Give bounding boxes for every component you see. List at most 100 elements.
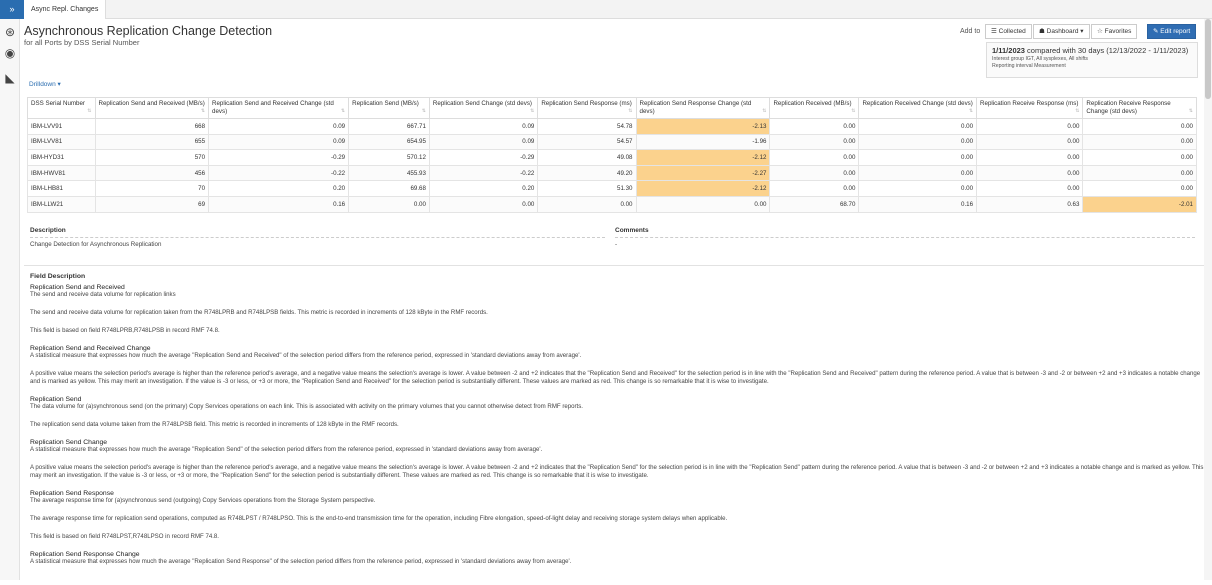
description-value: Change Detection for Asynchronous Replic… <box>30 241 162 248</box>
field-name: Replication Send Response Change <box>30 551 140 558</box>
chart-area-icon[interactable]: ◣ <box>3 71 17 85</box>
table-cell: 655 <box>94 133 210 151</box>
page-subtitle: for all Ports by DSS Serial Number <box>24 38 140 47</box>
page-title: Asynchronous Replication Change Detectio… <box>24 24 273 38</box>
tab-async-repl-changes[interactable]: Async Repl. Changes <box>24 0 107 19</box>
column-header[interactable]: Replication Receive Response (ms) ⇅ <box>976 97 1084 119</box>
field-description-item: Replication Send and Received Change A st… <box>30 345 1204 386</box>
table-cell: 654.95 <box>348 133 430 151</box>
table-cell: 0.00 <box>769 118 860 135</box>
field-description-item: Replication Send The data volume for (a)s… <box>30 396 1204 429</box>
sort-icon[interactable]: ⇅ <box>530 107 534 115</box>
field-paragraph: A statistical measure that expresses how… <box>30 446 543 453</box>
column-header[interactable]: Replication Received (MB/s) ⇅ <box>769 97 860 119</box>
table-cell: 455.93 <box>348 164 430 182</box>
table-cell: 0.00 <box>976 149 1084 166</box>
sort-icon[interactable]: ⇅ <box>1075 107 1079 115</box>
table-cell: 0.16 <box>858 195 978 213</box>
vertical-scrollbar[interactable] <box>1204 19 1212 580</box>
field-paragraph: This field is based on field R748LPST,R7… <box>30 533 220 540</box>
table-cell: -0.29 <box>208 149 350 166</box>
table-cell: -2.12 <box>635 149 771 166</box>
dss-serial-cell[interactable]: IBM-LVV81 <box>27 133 96 151</box>
table-cell: 0.16 <box>208 195 350 213</box>
sort-icon[interactable]: ⇅ <box>87 107 91 115</box>
table-cell: 0.00 <box>976 164 1084 182</box>
table-row[interactable]: IBM-LVV81 655 0.09 654.95 0.09 54.57 -1.96 0.00… <box>27 133 1197 151</box>
sort-icon[interactable]: ⇅ <box>422 107 426 115</box>
field-name: Replication Send Response <box>30 490 114 497</box>
table-row[interactable]: IBM-LHB81 70 0.20 69.68 0.20 51.30 -2.12 0.00 0.… <box>27 180 1197 197</box>
column-header[interactable]: Replication Send (MB/s) ⇅ <box>348 97 430 119</box>
dashboard-button[interactable]: ☗ Dashboard ▾ <box>1033 24 1090 39</box>
table-row[interactable]: IBM-LLW21 69 0.16 0.00 0.00 0.00 0.00 68.70 0.16… <box>27 195 1197 213</box>
table-cell: -0.22 <box>428 164 539 182</box>
table-cell: 0.00 <box>858 133 978 151</box>
table-cell: -0.22 <box>208 164 350 182</box>
scrollbar-thumb[interactable] <box>1205 19 1211 99</box>
table-cell: 0.00 <box>635 195 771 213</box>
sort-icon[interactable]: ⇅ <box>201 107 205 115</box>
table-cell: 0.00 <box>1082 180 1197 197</box>
sort-icon[interactable]: ⇅ <box>969 107 973 115</box>
table-cell: 0.00 <box>428 195 539 213</box>
comparison-text: compared with 30 days (12/13/2022 - 1/11… <box>1024 46 1189 55</box>
comparison-summary: 1/11/2023 compared with 30 days (12/13/2… <box>992 46 1192 55</box>
column-header-label: Replication Send (MB/s) <box>352 100 419 107</box>
table-cell: 0.00 <box>976 133 1084 151</box>
dss-serial-cell[interactable]: IBM-HWV81 <box>27 164 96 182</box>
sort-icon[interactable]: ⇅ <box>341 107 345 115</box>
field-description-section: Field Description Replication Send and R… <box>24 265 1204 585</box>
table-row[interactable]: IBM-HWV81 456 -0.22 455.93 -0.22 49.20 -2.27 0.… <box>27 164 1197 182</box>
field-paragraph: The average response time for replicatio… <box>30 515 728 522</box>
table-body: IBM-LVV91 668 0.09 667.71 0.09 54.78 -2.13 0.00… <box>27 118 1197 213</box>
table-cell: 0.00 <box>769 180 860 197</box>
dashboard-icon[interactable]: ⊛ <box>3 25 17 39</box>
table-cell: 570 <box>94 149 210 166</box>
column-header-label: Replication Send and Received Change (st… <box>212 100 334 115</box>
column-header[interactable]: Replication Receive Response Change (std… <box>1082 97 1197 119</box>
dss-serial-cell[interactable]: IBM-LVV91 <box>27 118 96 135</box>
table-cell: 0.00 <box>348 195 430 213</box>
expand-menu-button[interactable]: » <box>0 0 24 19</box>
sort-icon[interactable]: ⇅ <box>1189 107 1193 115</box>
add-to-label: Add to <box>960 28 981 35</box>
table-cell: -2.01 <box>1082 195 1197 213</box>
comments-value: - <box>615 241 618 248</box>
field-name: Replication Send and Received <box>30 284 125 291</box>
field-name: Replication Send and Received Change <box>30 345 151 352</box>
table-cell: -2.13 <box>635 118 771 135</box>
collected-button[interactable]: ☰ Collected <box>985 24 1032 39</box>
table-header-row: DSS Serial Number ⇅ Replication Send and R… <box>27 97 1197 119</box>
column-header[interactable]: Replication Send Response Change (std de… <box>635 97 771 119</box>
column-header[interactable]: Replication Send and Received (MB/s) ⇅ <box>94 97 210 119</box>
dss-serial-cell[interactable]: IBM-HYD31 <box>27 149 96 166</box>
table-row[interactable]: IBM-LVV91 668 0.09 667.71 0.09 54.78 -2.13 0.00… <box>27 118 1197 135</box>
field-paragraph: The replication send data volume taken f… <box>30 421 399 428</box>
column-header[interactable]: Replication Received Change (std devs) ⇅ <box>858 97 978 119</box>
edit-report-button[interactable]: ✎ Edit report <box>1147 24 1197 39</box>
field-name: Replication Send Change <box>30 439 108 446</box>
dss-serial-cell[interactable]: IBM-LHB81 <box>27 180 96 197</box>
column-header[interactable]: Replication Send Change (std devs) ⇅ <box>428 97 539 119</box>
drilldown-menu[interactable]: Drilldown ▾ <box>29 80 61 88</box>
sort-icon[interactable]: ⇅ <box>762 107 766 115</box>
column-header[interactable]: DSS Serial Number ⇅ <box>27 97 96 119</box>
palette-icon[interactable]: ◉ <box>3 46 17 60</box>
sort-icon[interactable]: ⇅ <box>851 107 855 115</box>
table-cell: -2.27 <box>635 164 771 182</box>
sort-icon[interactable]: ⇅ <box>628 107 632 115</box>
field-paragraph: A positive value means the selection per… <box>30 464 1204 479</box>
table-cell: 0.00 <box>769 133 860 151</box>
table-row[interactable]: IBM-HYD31 570 -0.29 570.12 -0.29 49.08 -2.12 0.… <box>27 149 1197 166</box>
column-header-label: Replication Send and Received (MB/s) <box>98 100 205 107</box>
favorites-button[interactable]: ☆ Favorites <box>1091 24 1138 39</box>
column-header[interactable]: Replication Send and Received Change (st… <box>208 97 350 119</box>
table-cell: 69.68 <box>348 180 430 197</box>
comments-divider <box>615 237 1195 238</box>
field-paragraph: A positive value means the selection per… <box>30 370 1201 385</box>
column-header[interactable]: Replication Send Response (ms) ⇅ <box>537 97 637 119</box>
description-label: Description <box>30 227 66 234</box>
dss-serial-cell[interactable]: IBM-LLW21 <box>27 195 96 213</box>
table-cell: 0.00 <box>769 149 860 166</box>
